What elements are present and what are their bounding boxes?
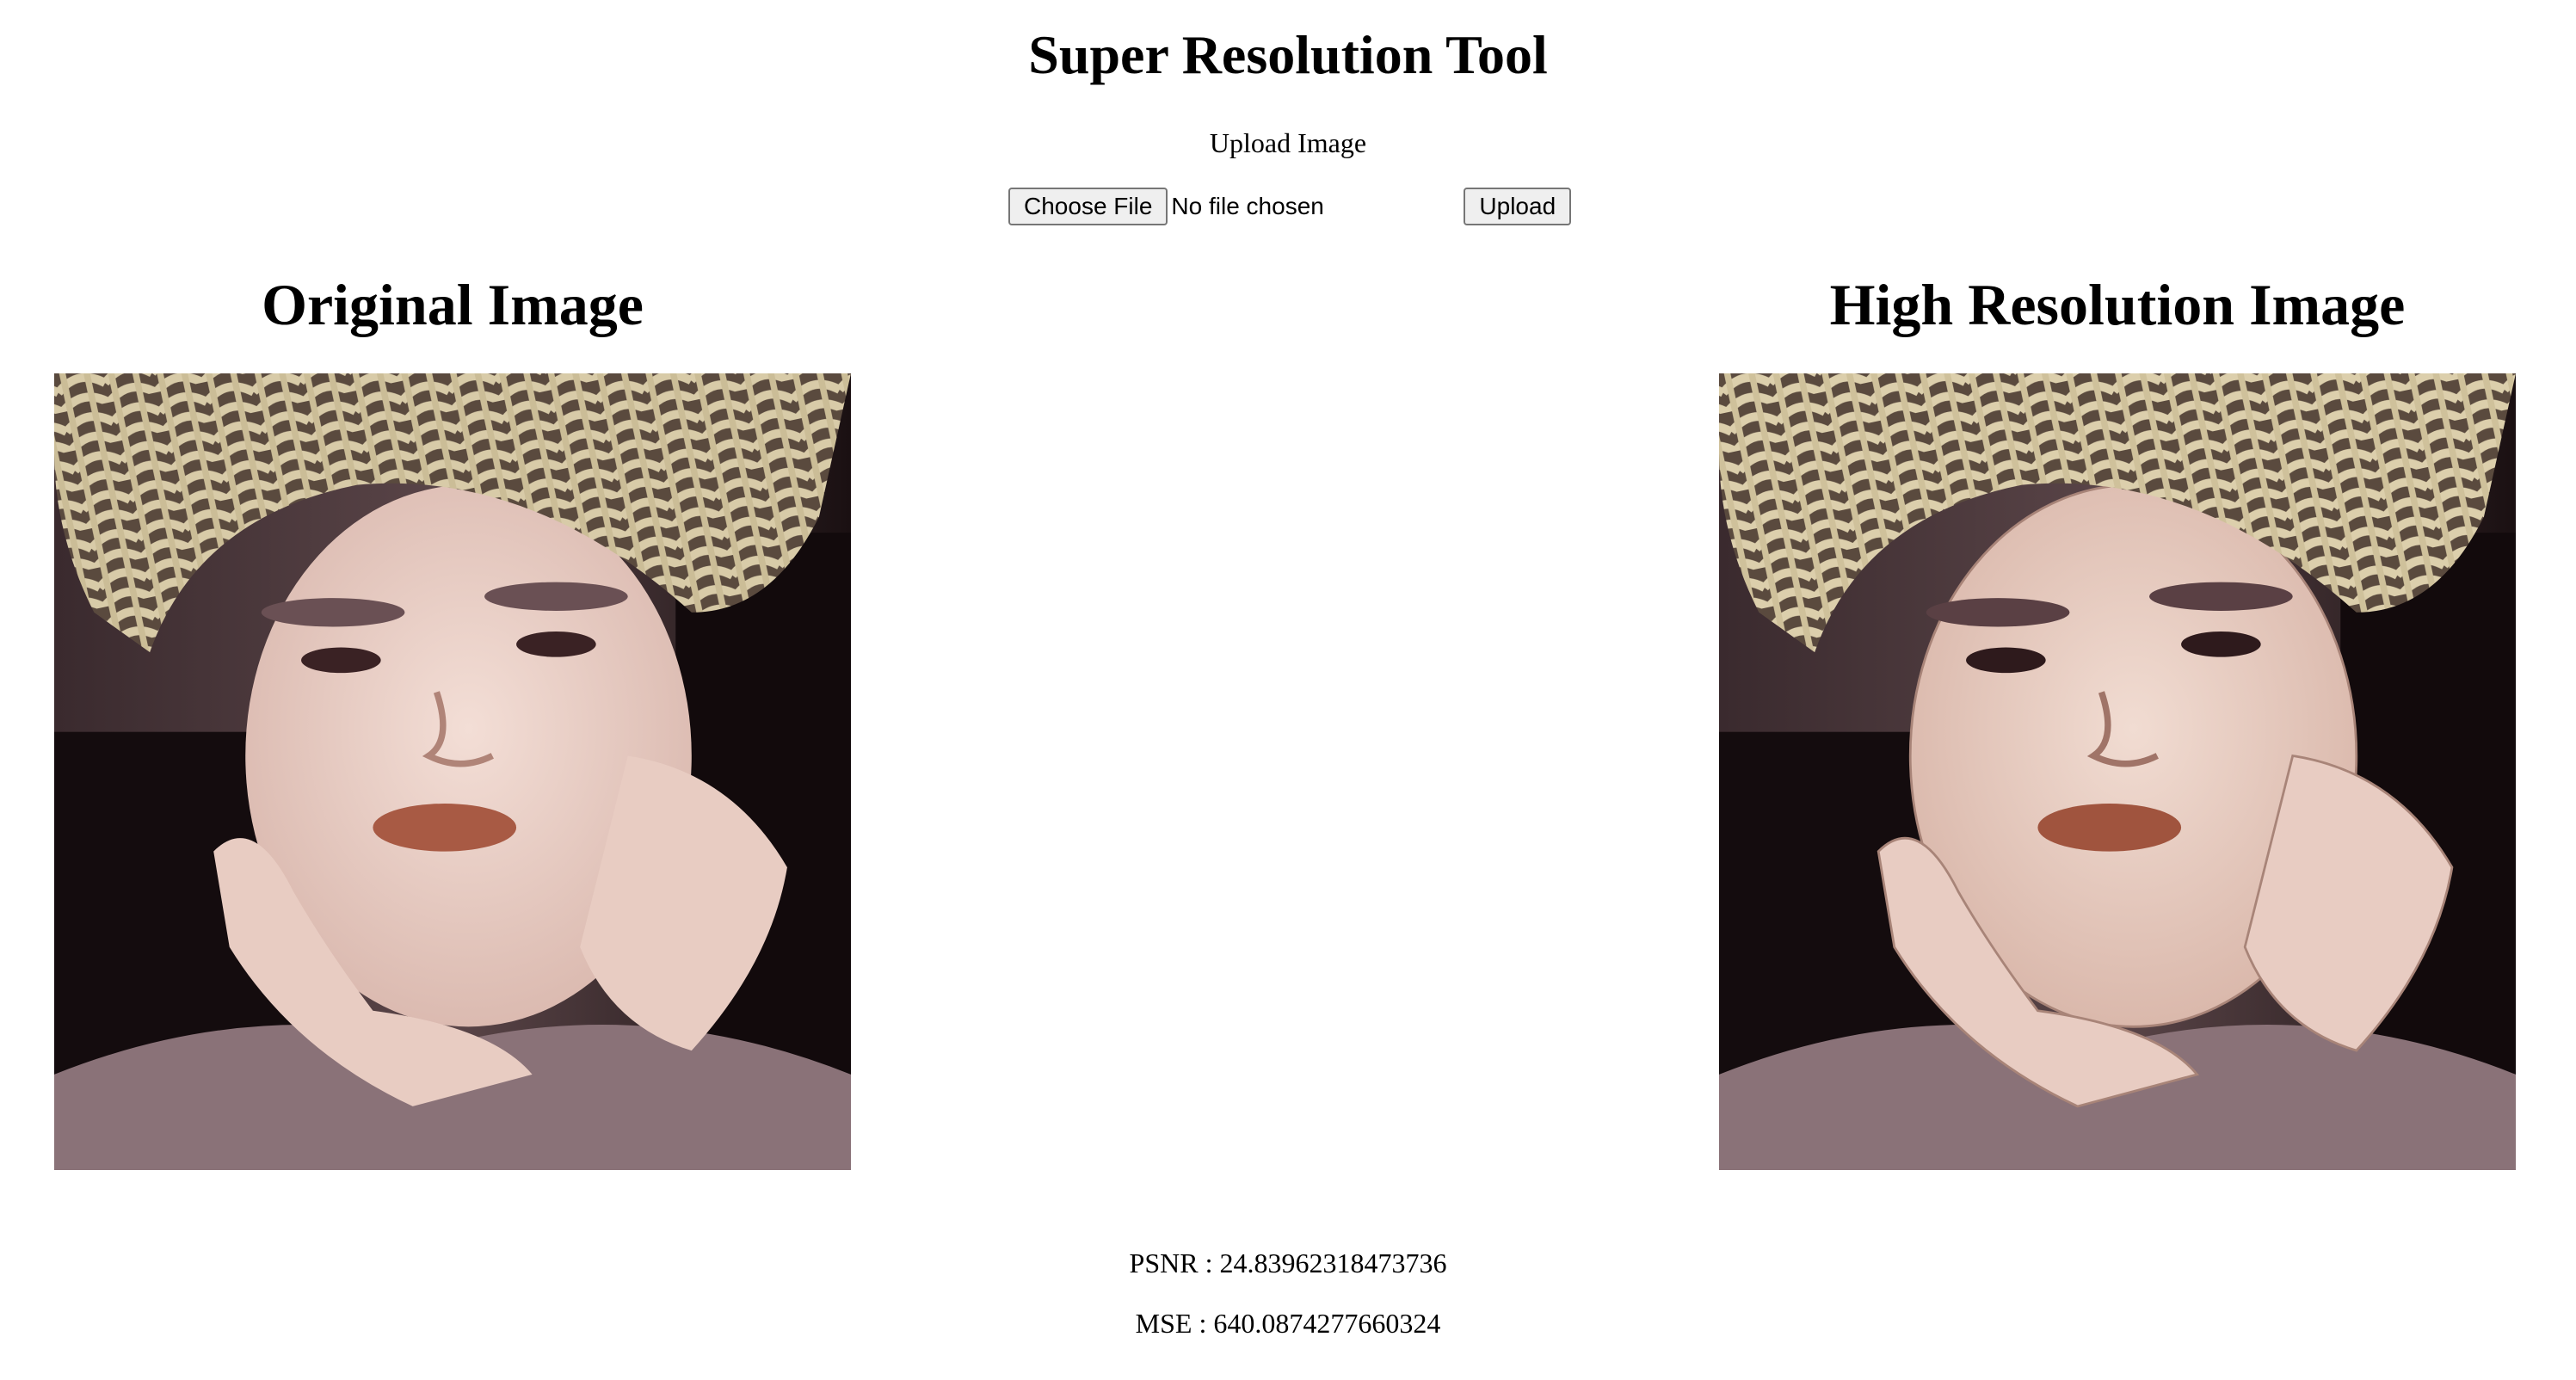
file-status-text: No file chosen [1171,193,1324,219]
high-resolution-image [1719,373,2516,1170]
original-portrait-photo [54,373,851,1170]
upload-button[interactable]: Upload [1464,188,1572,225]
page-title: Super Resolution Tool [1028,24,1548,85]
original-image-title: Original Image [262,272,644,337]
high-resolution-image-title: High Resolution Image [1829,272,2406,337]
original-image [54,373,851,1170]
file-upload-form: Choose File No file chosen Upload [1008,188,1572,225]
mse-value: MSE : 640.0874277660324 [1135,1308,1441,1339]
high-resolution-portrait-photo [1719,373,2516,1170]
choose-file-button[interactable]: Choose File [1008,188,1168,225]
upload-image-label: Upload Image [1209,127,1367,158]
psnr-value: PSNR : 24.83962318473736 [1129,1248,1447,1278]
